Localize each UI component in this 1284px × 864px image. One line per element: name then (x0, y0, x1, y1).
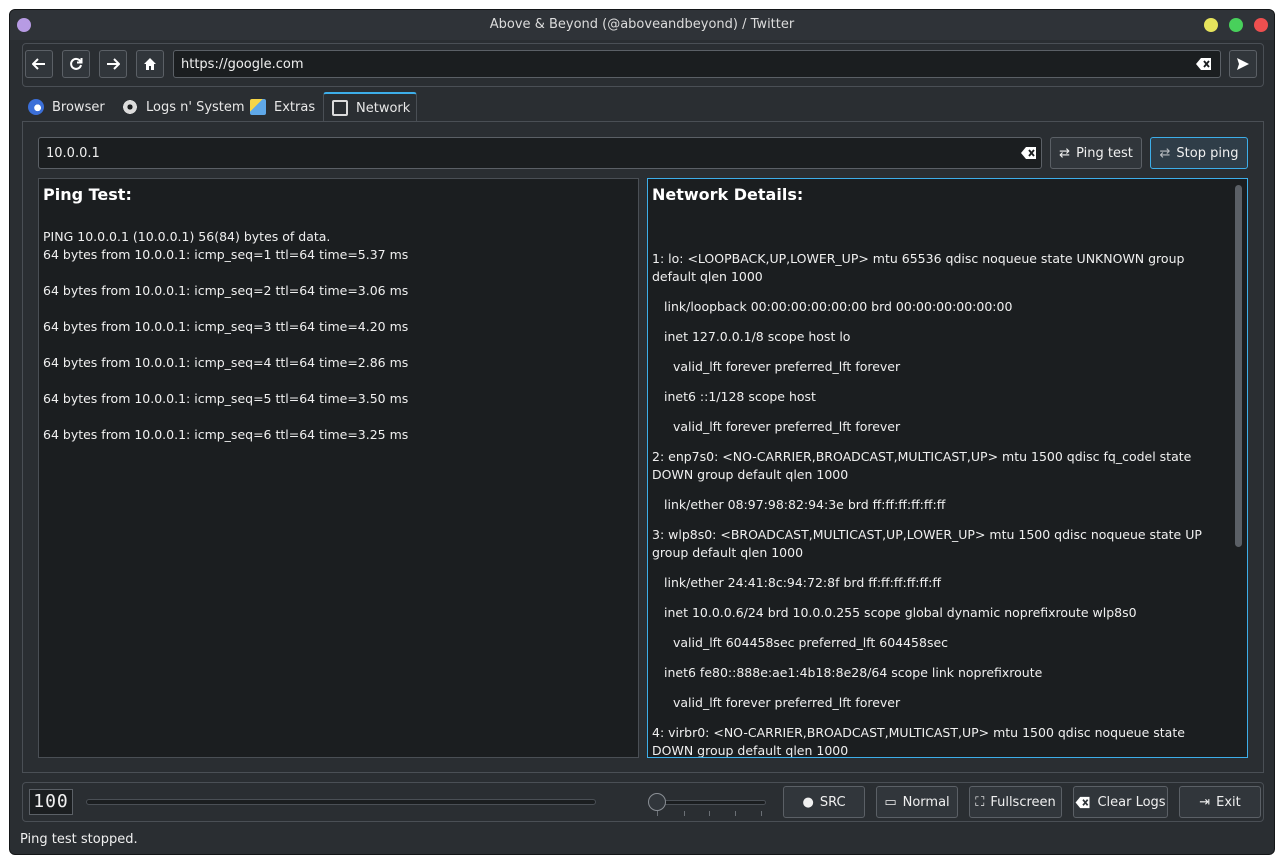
host-input-text: 10.0.0.1 (46, 146, 100, 161)
normal-label: Normal (902, 794, 950, 810)
clear-logs-label: Clear Logs (1097, 794, 1166, 810)
maximize-button[interactable] (1229, 18, 1243, 32)
details-line: link/ether 08:97:98:82:94:3e brd ff:ff:f… (664, 497, 946, 512)
ping-icon: ⇄ (1059, 145, 1071, 161)
back-button[interactable] (25, 50, 53, 78)
ping-reply-line: 64 bytes from 10.0.0.1: icmp_seq=2 ttl=6… (43, 283, 409, 298)
details-line: link/ether 24:41:8c:94:72:8f brd ff:ff:f… (664, 575, 941, 590)
notepad-icon (250, 99, 266, 115)
ping-test-label: Ping test (1076, 145, 1133, 161)
src-button[interactable]: ● SRC (783, 786, 865, 818)
ping-reply-line: 64 bytes from 10.0.0.1: icmp_seq=1 ttl=6… (43, 247, 409, 262)
details-line: 4: virbr0: <NO-CARRIER,BROADCAST,MULTICA… (652, 725, 1189, 758)
clear-host-icon[interactable] (1021, 146, 1037, 160)
exit-icon: ⇥ (1199, 794, 1211, 810)
details-line: inet 10.0.0.6/24 brd 10.0.0.255 scope gl… (664, 605, 1137, 620)
tab-extras[interactable]: Extras (250, 92, 322, 122)
tab-browser[interactable]: Browser (28, 92, 120, 122)
details-line: inet6 ::1/128 scope host (664, 389, 816, 404)
fullscreen-icon: ⛶ (975, 794, 985, 810)
zoom-slider[interactable] (648, 791, 770, 817)
go-button[interactable] (1229, 50, 1257, 78)
window-title: Above & Beyond (@aboveandbeyond) / Twitt… (489, 17, 795, 32)
clear-logs-button[interactable]: Clear Logs (1073, 786, 1168, 818)
gear-icon (122, 99, 138, 115)
url-text: https://google.com (181, 57, 304, 72)
tab-extras-label: Extras (274, 99, 316, 115)
close-button[interactable] (1254, 18, 1268, 32)
exit-label: Exit (1216, 794, 1241, 810)
status-bar-text: Ping test stopped. (20, 832, 138, 847)
reload-icon (70, 57, 83, 70)
zoom-lcd: 100 (29, 789, 73, 815)
src-label: SRC (819, 794, 846, 810)
stop-ping-button[interactable]: ⇄ Stop ping (1150, 137, 1248, 169)
ping-header-line: PING 10.0.0.1 (10.0.0.1) 56(84) bytes of… (43, 229, 331, 244)
window-normal-icon: ▭ (884, 794, 897, 810)
details-line: inet 127.0.0.1/8 scope host lo (664, 329, 851, 344)
forward-button[interactable] (99, 50, 127, 78)
ping-test-button[interactable]: ⇄ Ping test (1050, 137, 1142, 169)
ping-reply-line: 64 bytes from 10.0.0.1: icmp_seq=3 ttl=6… (43, 319, 409, 334)
details-line: valid_lft forever preferred_lft forever (673, 359, 901, 374)
clear-url-icon[interactable] (1196, 57, 1212, 71)
ping-reply-line: 64 bytes from 10.0.0.1: icmp_seq=4 ttl=6… (43, 355, 409, 370)
ping-reply-line: 64 bytes from 10.0.0.1: icmp_seq=6 ttl=6… (43, 427, 409, 442)
navigation-bar: https://google.com (22, 43, 1264, 87)
github-icon: ● (802, 794, 814, 810)
tab-logs-label: Logs n' System (146, 99, 245, 115)
details-line: valid_lft forever preferred_lft forever (673, 695, 901, 710)
url-input[interactable]: https://google.com (173, 50, 1221, 78)
stop-ping-label: Stop ping (1176, 145, 1239, 161)
tab-logs[interactable]: Logs n' System (122, 92, 246, 122)
tab-network[interactable]: Network (323, 92, 417, 122)
tab-network-label: Network (356, 100, 411, 116)
details-panel-title: Network Details: (652, 185, 804, 204)
ping-output-panel[interactable]: Ping Test: PING 10.0.0.1 (10.0.0.1) 56(8… (38, 178, 639, 758)
host-input[interactable]: 10.0.0.1 (38, 137, 1042, 169)
details-line: valid_lft forever preferred_lft forever (673, 419, 901, 434)
backspace-icon (1076, 796, 1090, 808)
details-line: inet6 fe80::888e:ae1:4b18:8e28/64 scope … (664, 665, 1043, 680)
tab-browser-label: Browser (52, 99, 105, 115)
details-scrollbar[interactable] (1235, 185, 1242, 547)
minimize-button[interactable] (1204, 18, 1218, 32)
details-line: valid_lft 604458sec preferred_lft 604458… (673, 635, 949, 650)
network-tab-content: 10.0.0.1 ⇄ Ping test ⇄ Stop ping Ping Te… (22, 121, 1264, 773)
network-details-panel[interactable]: Network Details: 1: lo: <LOOPBACK,UP,LOW… (647, 178, 1248, 758)
exit-button[interactable]: ⇥ Exit (1179, 786, 1261, 818)
arrow-left-icon (32, 58, 45, 70)
slider-track (652, 800, 766, 805)
home-icon (144, 58, 156, 70)
arrow-right-icon (107, 58, 120, 70)
details-line: 3: wlp8s0: <BROADCAST,MULTICAST,UP,LOWER… (652, 527, 1206, 560)
main-window: Above & Beyond (@aboveandbeyond) / Twitt… (9, 9, 1275, 855)
fullscreen-button[interactable]: ⛶ Fullscreen (969, 786, 1062, 818)
stop-ping-icon: ⇄ (1159, 145, 1171, 161)
send-icon (1237, 58, 1249, 70)
fullscreen-label: Fullscreen (990, 794, 1056, 810)
details-line: link/loopback 00:00:00:00:00:00 brd 00:0… (664, 299, 1013, 314)
title-bar: Above & Beyond (@aboveandbeyond) / Twitt… (10, 10, 1274, 40)
normal-button[interactable]: ▭ Normal (876, 786, 958, 818)
reload-button[interactable] (62, 50, 90, 78)
slider-handle[interactable] (648, 793, 666, 811)
details-line: 1: lo: <LOOPBACK,UP,LOWER_UP> mtu 65536 … (652, 251, 1189, 284)
details-lines: 1: lo: <LOOPBACK,UP,LOWER_UP> mtu 65536 … (652, 250, 1225, 758)
bottom-toolbar: 100 ● SRC ▭ Normal ⛶ Fullscreen Clear Lo… (22, 782, 1264, 822)
network-icon (332, 100, 348, 116)
progress-bar (86, 799, 596, 805)
browser-icon (28, 99, 44, 115)
home-button[interactable] (136, 50, 164, 78)
details-line: 2: enp7s0: <NO-CARRIER,BROADCAST,MULTICA… (652, 449, 1196, 482)
ping-reply-line: 64 bytes from 10.0.0.1: icmp_seq=5 ttl=6… (43, 391, 409, 406)
ping-panel-title: Ping Test: (43, 185, 132, 204)
